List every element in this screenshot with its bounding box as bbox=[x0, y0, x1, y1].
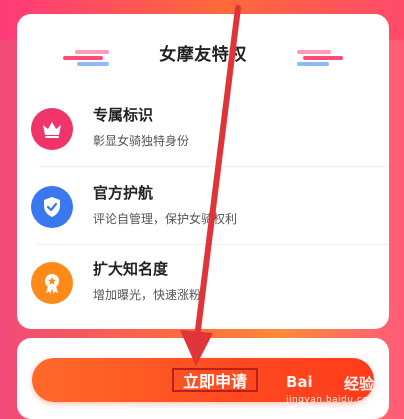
feature-description: 评论自管理，保护女骑权利 bbox=[93, 212, 238, 226]
feature-description: 增加曝光，快速涨粉 bbox=[93, 288, 202, 302]
shield-check-icon bbox=[31, 186, 73, 228]
divider bbox=[37, 244, 389, 245]
card-title-area: 女摩友特权 bbox=[17, 40, 389, 74]
crown-icon bbox=[31, 108, 73, 150]
title-decoration-right bbox=[289, 50, 349, 66]
feature-title: 专属标识 bbox=[93, 106, 154, 124]
feature-description: 彰显女骑独特身份 bbox=[93, 134, 190, 148]
feature-title: 扩大知名度 bbox=[93, 260, 169, 278]
medal-star-icon bbox=[31, 262, 73, 304]
feature-item-official-escort: 官方护航 评论自管理，保护女骑权利 bbox=[31, 176, 381, 236]
watermark-suffix: 经验 bbox=[344, 375, 375, 393]
divider bbox=[37, 166, 389, 167]
watermark-domain: jingyan.baidu.com bbox=[286, 395, 378, 405]
baidu-jingyan-watermark: Bai 经验 jingyan.baidu.com bbox=[286, 373, 396, 413]
apply-now-label: 立即申请 bbox=[172, 368, 258, 392]
feature-item-exclusive-badge: 专属标识 彰显女骑独特身份 bbox=[31, 98, 381, 158]
feature-title: 官方护航 bbox=[93, 184, 154, 202]
feature-item-visibility: 扩大知名度 增加曝光，快速涨粉 bbox=[31, 252, 381, 312]
privileges-card: 女摩友特权 专属标识 彰显女骑独特身份 官方护航 评论自管理，保护女骑权利 扩大… bbox=[17, 14, 389, 329]
watermark-brand: Bai bbox=[286, 373, 313, 391]
